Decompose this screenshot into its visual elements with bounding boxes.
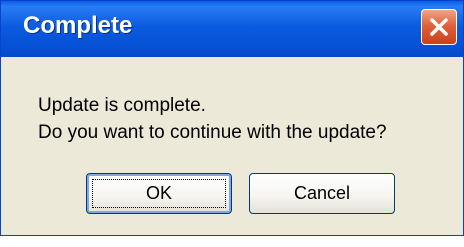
dialog-body: Update is complete. Do you want to conti… bbox=[1, 57, 463, 235]
cancel-button[interactable]: Cancel bbox=[249, 173, 395, 214]
message-line-1: Update is complete. bbox=[38, 95, 206, 116]
message-text: Update is complete. Do you want to conti… bbox=[38, 92, 387, 146]
ok-button[interactable]: OK bbox=[86, 173, 232, 214]
close-button[interactable] bbox=[421, 9, 457, 45]
close-icon bbox=[430, 18, 448, 36]
window-title: Complete bbox=[23, 12, 133, 39]
complete-dialog: Complete Update is complete. Do you want… bbox=[0, 0, 464, 236]
message-line-2: Do you want to continue with the update? bbox=[38, 122, 387, 143]
focus-ring bbox=[92, 179, 226, 208]
title-bar[interactable]: Complete bbox=[1, 1, 463, 57]
cancel-button-label: Cancel bbox=[293, 183, 351, 203]
